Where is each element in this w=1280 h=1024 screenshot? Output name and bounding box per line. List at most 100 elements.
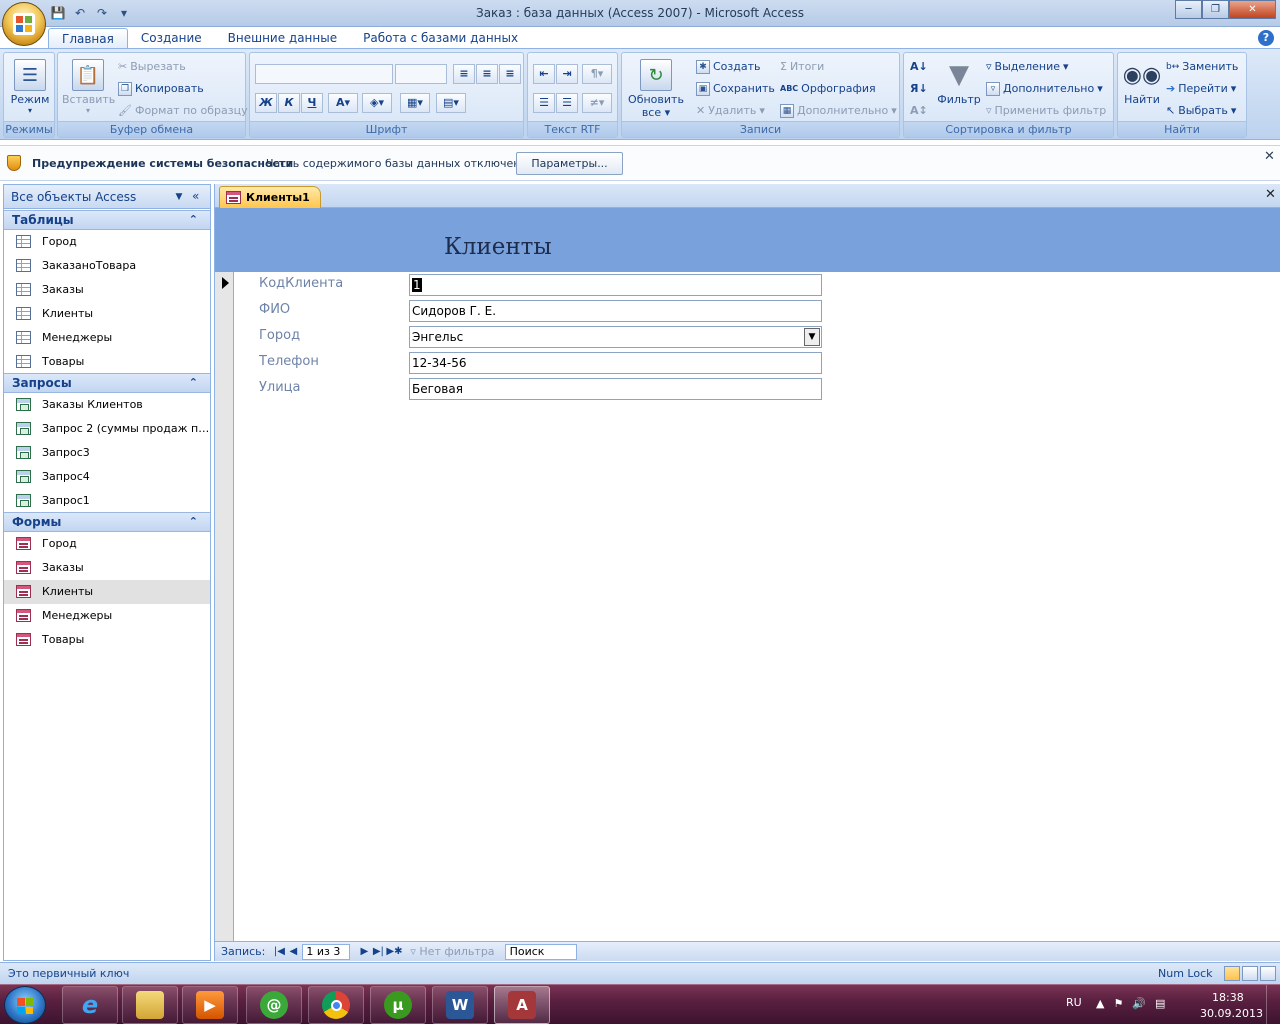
phone-field[interactable]: 12-34-56: [409, 352, 822, 374]
close-icon[interactable]: ✕: [1265, 187, 1276, 202]
replace-button[interactable]: b↔ Заменить: [1166, 57, 1238, 77]
tab-create[interactable]: Создание: [128, 28, 215, 48]
nav-section-queries[interactable]: Запросы ⌃: [4, 373, 210, 393]
taskbar-chrome[interactable]: [308, 986, 364, 1024]
office-button[interactable]: [2, 2, 46, 46]
show-hidden-icons-icon[interactable]: ▲: [1096, 997, 1104, 1010]
tab-home[interactable]: Главная: [48, 28, 128, 48]
tab-database-tools[interactable]: Работа с базами данных: [350, 28, 531, 48]
nav-section-forms[interactable]: Формы ⌃: [4, 512, 210, 532]
chevron-down-icon[interactable]: ▼: [172, 190, 186, 204]
find-button[interactable]: ◉◉ Найти: [1122, 59, 1162, 107]
bullet-list-icon[interactable]: ☰: [556, 93, 578, 113]
previous-record-icon[interactable]: ◀: [287, 946, 299, 957]
nav-item-table[interactable]: Заказы: [4, 278, 210, 302]
format-painter-button[interactable]: 🖌 Формат по образцу: [118, 101, 248, 121]
close-button[interactable]: ✕: [1229, 0, 1276, 19]
alternate-fill-icon[interactable]: ▤▾: [436, 93, 466, 113]
refresh-all-button[interactable]: ↻ Обновить все ▾: [626, 59, 686, 119]
maximize-button[interactable]: ❐: [1202, 0, 1229, 19]
nav-item-table[interactable]: Город: [4, 230, 210, 254]
start-button[interactable]: [4, 986, 46, 1024]
advanced-filter-button[interactable]: ▿ Дополнительно ▾: [986, 79, 1103, 99]
new-record-button[interactable]: ✱ Создать: [696, 57, 761, 77]
nav-item-form-selected[interactable]: Клиенты: [4, 580, 210, 604]
show-desktop-button[interactable]: [1266, 985, 1280, 1024]
collapse-section-icon[interactable]: ⌃: [189, 374, 198, 392]
language-indicator[interactable]: RU: [1066, 996, 1082, 1009]
selection-filter-button[interactable]: ▿ Выделение ▾: [986, 57, 1069, 77]
collapse-section-icon[interactable]: ⌃: [189, 211, 198, 229]
close-icon[interactable]: ✕: [1264, 149, 1275, 164]
taskbar-internet-explorer[interactable]: e: [62, 986, 118, 1024]
nav-item-form[interactable]: Город: [4, 532, 210, 556]
select-button[interactable]: ↖ Выбрать ▾: [1166, 101, 1236, 121]
align-right-icon[interactable]: ≡: [499, 64, 521, 84]
delete-record-button[interactable]: ✕ Удалить ▾: [696, 101, 765, 121]
network-icon[interactable]: ▤: [1155, 997, 1165, 1010]
volume-icon[interactable]: 🔊: [1132, 997, 1146, 1010]
nav-item-table[interactable]: Товары: [4, 350, 210, 374]
indent-decrease-icon[interactable]: ⇤: [533, 64, 555, 84]
taskbar-explorer[interactable]: [122, 986, 178, 1024]
align-left-icon[interactable]: ≡: [453, 64, 475, 84]
cut-button[interactable]: ✂ Вырезать: [118, 57, 186, 77]
numbered-list-icon[interactable]: ☰: [533, 93, 555, 113]
nav-item-query[interactable]: Запрос1: [4, 489, 210, 513]
italic-button[interactable]: К: [278, 93, 300, 113]
totals-button[interactable]: Σ Итоги: [780, 57, 824, 77]
nav-item-table[interactable]: Клиенты: [4, 302, 210, 326]
clock-date[interactable]: 30.09.2013: [1200, 1007, 1263, 1020]
action-center-flag-icon[interactable]: ⚑: [1113, 997, 1123, 1010]
clear-sort-icon[interactable]: A↕: [910, 101, 928, 121]
paragraph-direction-icon[interactable]: ¶▾: [582, 64, 612, 84]
paste-button[interactable]: 📋 Вставить ▾: [62, 59, 115, 115]
record-selector[interactable]: [215, 272, 234, 941]
save-record-button[interactable]: ▣ Сохранить: [696, 79, 775, 99]
nav-item-form[interactable]: Менеджеры: [4, 604, 210, 628]
tab-external-data[interactable]: Внешние данные: [215, 28, 350, 48]
current-record-input[interactable]: 1 из 3: [302, 943, 351, 960]
last-record-icon[interactable]: ▶|: [372, 946, 384, 957]
form-view-icon[interactable]: [1224, 966, 1240, 981]
layout-view-icon[interactable]: [1242, 966, 1258, 981]
taskbar-utorrent[interactable]: µ: [370, 986, 426, 1024]
taskbar-word[interactable]: W: [432, 986, 488, 1024]
first-record-icon[interactable]: |◀: [273, 946, 285, 957]
taskbar-access[interactable]: A: [494, 986, 550, 1024]
nav-item-table[interactable]: ЗаказаноТовара: [4, 254, 210, 278]
indent-increase-icon[interactable]: ⇥: [556, 64, 578, 84]
more-records-button[interactable]: ▦ Дополнительно ▾: [780, 101, 897, 121]
font-color-icon[interactable]: A▾: [328, 93, 358, 113]
copy-button[interactable]: ❐ Копировать: [118, 79, 204, 99]
new-record-icon[interactable]: ▶✱: [386, 946, 402, 957]
nav-section-tables[interactable]: Таблицы ⌃: [4, 210, 210, 230]
help-icon[interactable]: ?: [1258, 30, 1274, 46]
apply-filter-button[interactable]: ▿ Применить фильтр: [986, 101, 1106, 121]
clock-time[interactable]: 18:38: [1212, 991, 1244, 1004]
nav-item-table[interactable]: Менеджеры: [4, 326, 210, 350]
nav-item-query[interactable]: Заказы Клиентов: [4, 393, 210, 417]
collapse-section-icon[interactable]: ⌃: [189, 513, 198, 531]
view-button[interactable]: ☰ Режим ▾: [9, 59, 51, 115]
fill-color-icon[interactable]: ◈▾: [362, 93, 392, 113]
nav-item-form[interactable]: Товары: [4, 628, 210, 652]
align-center-icon[interactable]: ≡: [476, 64, 498, 84]
city-combobox[interactable]: Энгельс ▼: [409, 326, 822, 348]
next-record-icon[interactable]: ▶: [358, 946, 370, 957]
sort-descending-icon[interactable]: Я↓: [910, 79, 928, 99]
nav-item-query[interactable]: Запрос3: [4, 441, 210, 465]
nav-item-query[interactable]: Запрос4: [4, 465, 210, 489]
street-field[interactable]: Беговая: [409, 378, 822, 400]
font-size-select[interactable]: [395, 64, 447, 84]
fio-field[interactable]: Сидоров Г. Е.: [409, 300, 822, 322]
minimize-button[interactable]: ─: [1175, 0, 1202, 19]
nav-item-query[interactable]: Запрос 2 (суммы продаж по ...: [4, 417, 210, 441]
taskbar-mail-agent[interactable]: @: [246, 986, 302, 1024]
underline-button[interactable]: Ч: [301, 93, 323, 113]
bold-button[interactable]: Ж: [255, 93, 277, 113]
search-input[interactable]: Поиск: [504, 943, 577, 960]
highlight-icon[interactable]: ≠▾: [582, 93, 612, 113]
nav-item-form[interactable]: Заказы: [4, 556, 210, 580]
filter-status[interactable]: ▿ Нет фильтра: [410, 945, 494, 958]
